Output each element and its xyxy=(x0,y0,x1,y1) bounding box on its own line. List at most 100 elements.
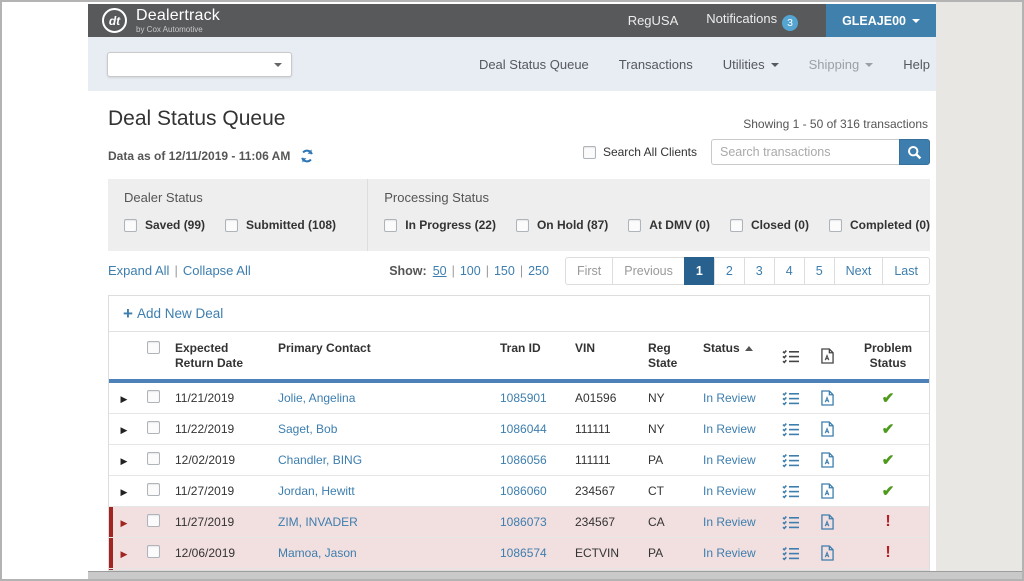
pagination-first-button[interactable]: First xyxy=(565,257,613,285)
page-2-button[interactable]: 2 xyxy=(714,257,745,285)
pagination-next-button[interactable]: Next xyxy=(834,257,884,285)
checklist-icon[interactable] xyxy=(782,484,800,499)
add-new-deal-label: Add New Deal xyxy=(137,306,223,321)
page-3-button[interactable]: 3 xyxy=(744,257,775,285)
pdf-icon[interactable] xyxy=(821,421,834,437)
pdf-icon[interactable] xyxy=(821,390,834,406)
status-link[interactable]: In Review xyxy=(703,546,756,560)
pagination-last-button[interactable]: Last xyxy=(882,257,930,285)
status-link[interactable]: In Review xyxy=(703,515,756,529)
primary-contact-link[interactable]: Jordan, Hewitt xyxy=(278,484,355,498)
primary-contact-link[interactable]: Chandler, BING xyxy=(278,453,362,467)
checklist-icon[interactable] xyxy=(782,546,800,561)
user-menu[interactable]: GLEAJE00 xyxy=(826,4,936,37)
vin-value: A01596 xyxy=(567,391,640,405)
pagination-previous-button[interactable]: Previous xyxy=(612,257,685,285)
add-new-deal-button[interactable]: + Add New Deal xyxy=(123,305,223,322)
tran-id-link[interactable]: 1086044 xyxy=(500,422,547,436)
on-hold-label[interactable]: On Hold (87) xyxy=(537,218,608,232)
refresh-icon[interactable] xyxy=(299,148,315,164)
primary-contact-link[interactable]: Saget, Bob xyxy=(278,422,337,436)
page-4-button[interactable]: 4 xyxy=(774,257,805,285)
expected-return-date-value: 11/22/2019 xyxy=(167,422,270,436)
row-checkbox[interactable] xyxy=(147,514,160,527)
status-link[interactable]: In Review xyxy=(703,484,756,498)
in-progress-checkbox[interactable] xyxy=(384,219,397,232)
top-header-bar: dt Dealertrack by Cox Automotive RegUSA … xyxy=(88,4,936,37)
closed-label[interactable]: Closed (0) xyxy=(751,218,809,232)
checklist-icon[interactable] xyxy=(782,453,800,468)
expand-all-link[interactable]: Expand All xyxy=(108,263,169,278)
search-all-clients-label[interactable]: Search All Clients xyxy=(603,145,697,159)
tran-id-link[interactable]: 1086073 xyxy=(500,515,547,529)
on-hold-checkbox[interactable] xyxy=(516,219,529,232)
show-option-250[interactable]: 250 xyxy=(528,264,549,278)
row-checkbox[interactable] xyxy=(147,390,160,403)
nav-item-shipping[interactable]: Shipping xyxy=(809,57,874,72)
checklist-icon[interactable] xyxy=(782,515,800,530)
checklist-icon[interactable] xyxy=(782,422,800,437)
row-checkbox[interactable] xyxy=(147,545,160,558)
primary-contact-link[interactable]: Jolie, Angelina xyxy=(278,391,355,405)
row-expander-icon[interactable]: ▶ xyxy=(121,425,128,435)
dealership-selector[interactable] xyxy=(107,52,292,77)
pdf-icon[interactable] xyxy=(821,483,834,499)
status-link[interactable]: In Review xyxy=(703,391,756,405)
row-expander-icon[interactable]: ▶ xyxy=(121,518,128,528)
tran-id-link[interactable]: 1086060 xyxy=(500,484,547,498)
brand-logo[interactable]: dt Dealertrack by Cox Automotive xyxy=(88,8,220,34)
saved-checkbox[interactable] xyxy=(124,219,137,232)
header-status-sortable[interactable]: Status xyxy=(695,332,775,379)
at-dmv-label[interactable]: At DMV (0) xyxy=(649,218,710,232)
search-input[interactable] xyxy=(711,139,899,165)
primary-contact-link[interactable]: Mamoa, Jason xyxy=(278,546,357,560)
header-problem-status: Problem Status xyxy=(847,332,929,379)
row-checkbox[interactable] xyxy=(147,483,160,496)
checklist-icon[interactable] xyxy=(782,391,800,406)
show-option-50[interactable]: 50 xyxy=(433,264,447,278)
saved-label[interactable]: Saved (99) xyxy=(145,218,205,232)
nav-item-help[interactable]: Help xyxy=(903,57,930,72)
in-progress-label[interactable]: In Progress (22) xyxy=(405,218,496,232)
row-expander-icon[interactable]: ▶ xyxy=(121,487,128,497)
notifications-label: Notifications xyxy=(706,11,777,26)
tran-id-link[interactable]: 1085901 xyxy=(500,391,547,405)
notifications-link[interactable]: Notifications3 xyxy=(706,11,798,31)
table-row: ▶ 11/21/2019 Jolie, Angelina 1085901 A01… xyxy=(109,383,929,414)
submitted-checkbox[interactable] xyxy=(225,219,238,232)
search-button[interactable] xyxy=(899,139,930,165)
completed-checkbox[interactable] xyxy=(829,219,842,232)
expected-return-date-value: 11/27/2019 xyxy=(167,515,270,529)
tran-id-link[interactable]: 1086056 xyxy=(500,453,547,467)
completed-label[interactable]: Completed (0) xyxy=(850,218,930,232)
select-all-checkbox[interactable] xyxy=(147,341,160,354)
row-expander-icon[interactable]: ▶ xyxy=(121,549,128,559)
page-5-button[interactable]: 5 xyxy=(804,257,835,285)
main-content: Deal Status Queue Showing 1 - 50 of 316 … xyxy=(88,91,936,573)
row-expander-icon[interactable]: ▶ xyxy=(121,456,128,466)
nav-item-deal-status-queue[interactable]: Deal Status Queue xyxy=(479,57,589,72)
row-expander-icon[interactable]: ▶ xyxy=(121,394,128,404)
nav-item-utilities[interactable]: Utilities xyxy=(723,57,779,72)
status-link[interactable]: In Review xyxy=(703,422,756,436)
pdf-icon[interactable] xyxy=(821,545,834,561)
tran-id-link[interactable]: 1086574 xyxy=(500,546,547,560)
primary-contact-link[interactable]: ZIM, INVADER xyxy=(278,515,358,529)
collapse-all-link[interactable]: Collapse All xyxy=(183,263,251,278)
brand-tagline: by Cox Automotive xyxy=(136,26,220,34)
row-checkbox[interactable] xyxy=(147,452,160,465)
status-link[interactable]: In Review xyxy=(703,453,756,467)
closed-checkbox[interactable] xyxy=(730,219,743,232)
nav-item-transactions[interactable]: Transactions xyxy=(619,57,693,72)
search-all-clients-checkbox[interactable] xyxy=(583,146,596,159)
regusa-link[interactable]: RegUSA xyxy=(628,13,679,28)
show-option-100[interactable]: 100 xyxy=(460,264,481,278)
horizontal-scrollbar[interactable] xyxy=(88,571,1024,579)
submitted-label[interactable]: Submitted (108) xyxy=(246,218,336,232)
row-checkbox[interactable] xyxy=(147,421,160,434)
at-dmv-checkbox[interactable] xyxy=(628,219,641,232)
pdf-icon[interactable] xyxy=(821,514,834,530)
pdf-icon[interactable] xyxy=(821,452,834,468)
page-1-button[interactable]: 1 xyxy=(684,257,715,285)
show-option-150[interactable]: 150 xyxy=(494,264,515,278)
